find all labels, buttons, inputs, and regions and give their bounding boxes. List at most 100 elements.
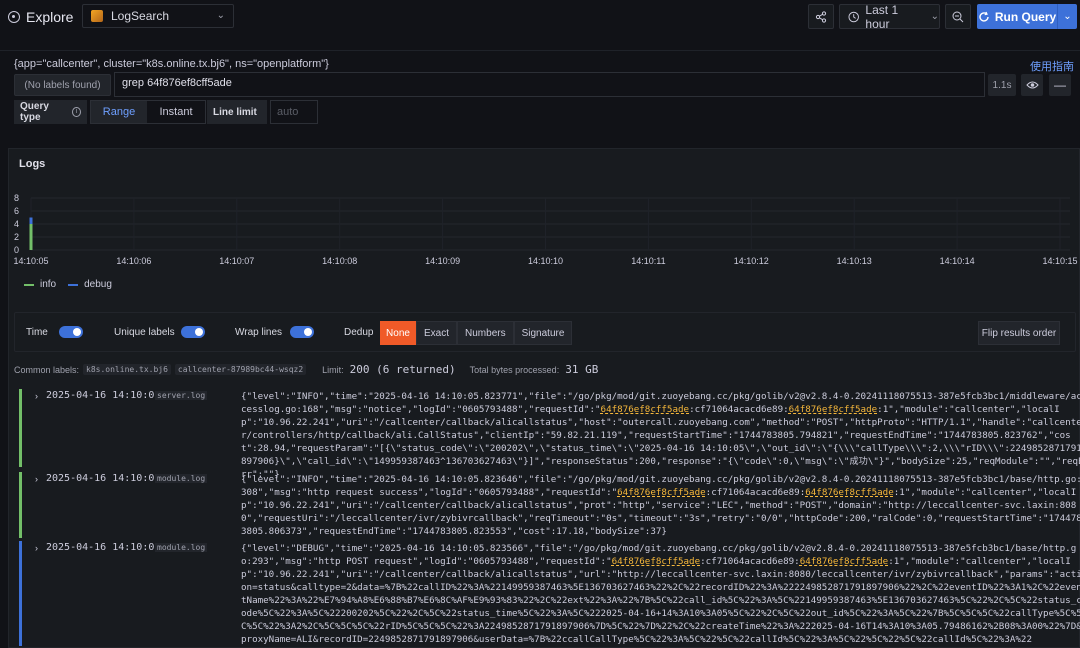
- log-message: {"level":"INFO","time":"2025-04-16 14:10…: [241, 390, 1080, 481]
- log-row[interactable]: › 2025-04-16 14:10:05 module.log {"level":"…: [14, 472, 1080, 538]
- zoom-out-button[interactable]: [945, 4, 971, 29]
- remove-query-button[interactable]: —: [1049, 74, 1071, 96]
- info-icon: i: [72, 107, 81, 117]
- share-icon: [815, 10, 827, 23]
- time-range-picker[interactable]: Last 1 hour ⌄: [839, 2, 940, 31]
- time-toggle-label: Time: [26, 327, 48, 338]
- query-type-range[interactable]: Range: [91, 101, 147, 123]
- bar-info: [29, 224, 33, 250]
- datasource-picker[interactable]: LogSearch ⌄: [82, 4, 234, 28]
- wrap-lines-toggle-label: Wrap lines: [235, 327, 283, 338]
- expand-chevron-icon[interactable]: ›: [35, 391, 38, 401]
- y-tick-label: 6: [14, 206, 19, 216]
- query-type-label: Query type i: [14, 100, 87, 124]
- search-highlight: 64f876ef8cff5ade: [805, 487, 894, 498]
- logs-title: Logs: [19, 158, 46, 170]
- legend-debug[interactable]: debug: [84, 279, 112, 290]
- flip-results-button[interactable]: Flip results order: [978, 321, 1060, 345]
- datasource-name: LogSearch: [111, 9, 170, 23]
- x-tick-label: 14:10:11: [631, 256, 665, 266]
- refresh-icon: [979, 11, 989, 22]
- logs-volume-chart: 0 2 4 6 8 14:10:05 14:10:06 14:10:07 14:10:08 14:…: [13, 193, 1077, 266]
- stream-selector: {app="callcenter", cluster="k8s.online.t…: [14, 58, 329, 70]
- time-range-label: Last 1 hour: [865, 2, 899, 31]
- common-label-chip: k8s.online.tx.bj6: [83, 364, 171, 375]
- search-highlight: 64f876ef8cff5ade: [617, 487, 706, 498]
- line-limit-input[interactable]: auto: [270, 100, 318, 124]
- log-file-label: module.log: [155, 474, 208, 483]
- dedup-exact[interactable]: Exact: [416, 321, 458, 345]
- query-duration: 1.1s: [988, 74, 1016, 96]
- y-tick-label: 4: [14, 219, 19, 229]
- line-limit-label: Line limit: [207, 100, 267, 124]
- y-tick-label: 8: [14, 193, 19, 203]
- dedup-none[interactable]: None: [380, 321, 416, 345]
- log-text: :1","module":"callcenter","localIp":"10.…: [241, 404, 1080, 480]
- expand-chevron-icon[interactable]: ›: [35, 474, 38, 484]
- page-title: Explore: [26, 9, 74, 25]
- log-row[interactable]: › 2025-04-16 14:10:05 module.log {"level":"…: [14, 541, 1080, 646]
- log-message: {"level":"INFO","time":"2025-04-16 14:10…: [241, 473, 1080, 538]
- chevron-down-icon: ⌄: [216, 10, 225, 21]
- query-type-instant[interactable]: Instant: [147, 101, 205, 123]
- run-query-button[interactable]: Run Query: [977, 4, 1057, 29]
- legend-swatch-info: [24, 283, 34, 286]
- unique-labels-toggle[interactable]: [181, 326, 205, 338]
- run-query-label: Run Query: [994, 9, 1057, 24]
- bar-debug: [29, 217, 33, 224]
- x-tick-label: 14:10:05: [13, 256, 48, 266]
- chevron-down-icon: ⌄: [930, 11, 939, 22]
- query-type-text: Query type: [20, 101, 49, 123]
- legend-info[interactable]: info: [40, 279, 56, 290]
- dedup-options: None Exact Numbers Signature: [380, 321, 573, 345]
- bytes-value: 31 GB: [565, 363, 599, 376]
- legend-swatch-debug: [68, 283, 79, 286]
- eye-icon: [1025, 81, 1039, 89]
- common-labels-label: Common labels:: [14, 364, 80, 375]
- search-highlight: 64f876ef8cff5ade: [600, 404, 690, 415]
- explore-icon: [8, 11, 20, 23]
- dedup-signature[interactable]: Signature: [513, 321, 573, 345]
- log-level-indicator: [19, 389, 22, 467]
- labels-button[interactable]: (No labels found): [14, 74, 111, 96]
- limit-label: Limit:: [322, 364, 344, 375]
- limit-value: 200 (6 returned): [349, 363, 456, 376]
- log-level-indicator: [19, 472, 22, 538]
- chevron-down-icon: ⌄: [1063, 11, 1072, 22]
- search-highlight: 64f876ef8cff5ade: [788, 404, 878, 415]
- explore-header: Explore: [8, 9, 73, 25]
- log-file-label: module.log: [155, 543, 208, 552]
- dedup-numbers[interactable]: Numbers: [457, 321, 514, 345]
- usage-guide-link[interactable]: 使用指南: [1030, 58, 1074, 74]
- hide-query-button[interactable]: [1021, 74, 1043, 96]
- log-row[interactable]: › 2025-04-16 14:10:05 server.log {"level":"…: [14, 389, 1080, 480]
- log-message: {"level":"DEBUG","time":"2025-04-16 14:1…: [241, 542, 1080, 646]
- common-label-chip: callcenter-87989bc44-wsqz2: [174, 364, 307, 375]
- log-text: :cf71064acacd6e89:: [705, 487, 806, 498]
- clock-icon: [848, 11, 859, 22]
- y-tick-label: 0: [14, 245, 19, 255]
- log-level-indicator: [19, 541, 22, 646]
- bytes-label: Total bytes processed:: [469, 364, 560, 375]
- query-input[interactable]: grep 64f876ef8cff5ade: [114, 72, 985, 97]
- x-tick-label: 14:10:15: [1042, 256, 1077, 266]
- log-text: :cf71064acacd6e89:: [700, 556, 800, 567]
- x-tick-label: 14:10:14: [940, 256, 975, 266]
- run-query-options-button[interactable]: ⌄: [1057, 4, 1077, 29]
- time-toggle[interactable]: [59, 326, 83, 338]
- x-tick-label: 14:10:12: [734, 256, 769, 266]
- query-type-radio: Range Instant: [90, 100, 206, 124]
- wrap-lines-toggle[interactable]: [290, 326, 314, 338]
- chart-legend: info debug: [24, 279, 112, 290]
- x-tick-label: 14:10:08: [322, 256, 357, 266]
- logs-meta: Common labels: k8s.online.tx.bj6 callcen…: [14, 363, 598, 376]
- datasource-logo-icon: [91, 10, 103, 22]
- x-tick-label: 14:10:07: [219, 256, 254, 266]
- expand-chevron-icon[interactable]: ›: [35, 543, 38, 553]
- log-timestamp: 2025-04-16 14:10:05: [46, 390, 161, 401]
- search-highlight: 64f876ef8cff5ade: [611, 556, 701, 567]
- search-highlight: 64f876ef8cff5ade: [799, 556, 889, 567]
- x-tick-label: 14:10:09: [425, 256, 460, 266]
- x-tick-label: 14:10:06: [116, 256, 151, 266]
- share-button[interactable]: [808, 4, 834, 29]
